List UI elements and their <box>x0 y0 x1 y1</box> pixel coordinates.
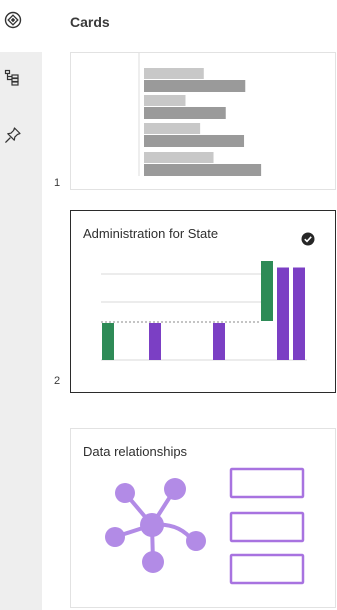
left-rail <box>0 0 42 610</box>
card-3[interactable]: Data relationships <box>70 428 336 608</box>
pin-icon[interactable] <box>4 126 22 144</box>
bar-light <box>144 123 201 134</box>
card-number: 1 <box>54 177 61 189</box>
bar-light <box>144 68 204 79</box>
card-2-thumbnail <box>101 261 307 361</box>
bar-dark <box>144 135 245 147</box>
card-number: 2 <box>54 375 61 387</box>
card-2[interactable]: Administration for State <box>70 210 336 393</box>
waterfall-bar <box>149 323 161 360</box>
card-1[interactable] <box>70 52 336 190</box>
hierarchy-icon[interactable] <box>4 69 22 87</box>
waterfall-bar <box>261 261 273 321</box>
waterfall-bar <box>102 323 114 360</box>
panel-title: Cards <box>70 14 110 30</box>
card-3-thumbnail <box>105 467 305 585</box>
bar-dark <box>144 164 262 176</box>
bar-light <box>144 95 186 106</box>
circle-diamond-icon[interactable] <box>4 11 22 29</box>
waterfall-bar <box>277 267 289 360</box>
waterfall-bar <box>213 323 225 360</box>
waterfall-bar <box>293 267 305 360</box>
bar-light <box>144 152 214 163</box>
bar-dark <box>144 107 226 119</box>
bar-dark <box>144 80 246 92</box>
card-1-thumbnail <box>138 53 262 176</box>
